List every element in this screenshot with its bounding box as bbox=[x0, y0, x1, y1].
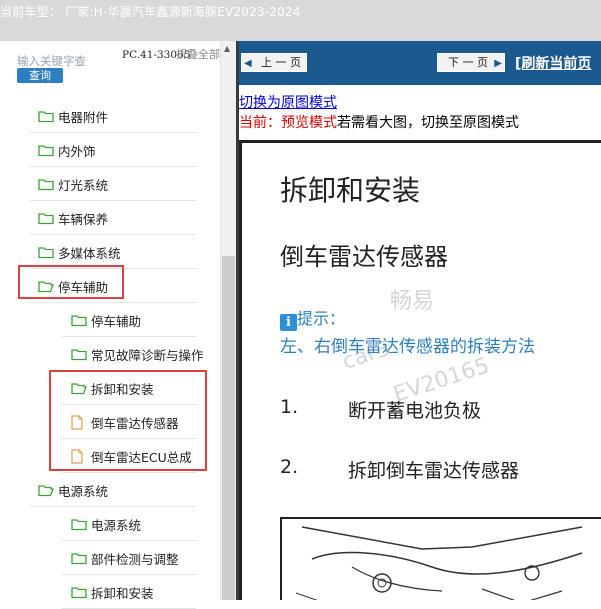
folder-open-icon bbox=[38, 483, 54, 502]
tree-item-label: 电源系统 bbox=[91, 518, 142, 533]
page-nav-bar: ◀ 上 一 页 下 一 页 ▶ [刷新当前页 bbox=[239, 41, 601, 85]
folder-icon bbox=[38, 245, 54, 264]
tree-item[interactable]: 多媒体系统 bbox=[0, 235, 220, 269]
tree-item[interactable]: 电器附件 bbox=[0, 99, 220, 133]
tree-item[interactable]: 内外饰 bbox=[0, 133, 220, 167]
folder-icon bbox=[38, 177, 54, 196]
tree-item[interactable]: 拆卸和安装 bbox=[0, 575, 220, 609]
tree-item[interactable]: 停车辅助 bbox=[0, 303, 220, 337]
step-number: 1. bbox=[280, 396, 299, 418]
tree-scrollbar[interactable]: ▲ bbox=[220, 41, 236, 600]
keyword-input[interactable]: 输入关键字查 bbox=[17, 53, 111, 69]
folder-icon bbox=[71, 517, 87, 536]
folder-icon bbox=[71, 551, 87, 570]
tip-label: 提示： bbox=[297, 309, 346, 328]
search-area: 输入关键字查 查询 PC.41-33065 折叠全部 bbox=[0, 41, 220, 91]
scroll-up-arrow-icon[interactable]: ▲ bbox=[224, 44, 230, 53]
current-mode-label: 当前：预览模式 bbox=[239, 115, 337, 131]
vehicle-model-text: 当前车型： 厂家:H-华晨汽车鑫源新海豚EV2023-2024 bbox=[0, 5, 301, 19]
tree-item-label: 部件检测与调整 bbox=[91, 552, 179, 567]
document-preview: 拆卸和安装 倒车雷达传感器 i 提示： 左、右倒车雷达传感器的拆装方法 1. 断开… bbox=[239, 140, 601, 600]
tree-item-label: 车辆保养 bbox=[58, 212, 109, 227]
folder-icon bbox=[71, 585, 87, 604]
tree-item[interactable]: 灯光系统 bbox=[0, 167, 220, 201]
watermark-line-1: 畅易 bbox=[390, 289, 435, 314]
folder-icon bbox=[71, 347, 87, 366]
content-panel: ◀ 上 一 页 下 一 页 ▶ [刷新当前页 切换为原图模式 当前：预览模式若需… bbox=[239, 41, 601, 600]
tip-heading: i 提示： bbox=[280, 305, 345, 331]
folder-icon bbox=[71, 313, 87, 332]
tree-item-label: 内外饰 bbox=[58, 144, 96, 159]
current-mode-line: 当前：预览模式若需看大图，切换至原图模式 bbox=[239, 112, 519, 132]
tree-item-label: 灯光系统 bbox=[58, 178, 109, 193]
tree-item[interactable]: 电源系统 bbox=[0, 473, 220, 507]
parts-drawing bbox=[295, 526, 583, 600]
tree-item[interactable]: 电源系统 bbox=[0, 507, 220, 541]
left-arrow-icon: ◀ bbox=[244, 58, 252, 69]
tree-item[interactable]: 部件检测与调整 bbox=[0, 541, 220, 575]
doc-subtitle: 倒车雷达传感器 bbox=[280, 243, 448, 271]
tree-item-label: 停车辅助 bbox=[91, 314, 142, 329]
highlight-box-removal bbox=[49, 370, 207, 471]
tip-text: 左、右倒车雷达传感器的拆装方法 bbox=[280, 337, 535, 357]
left-panel: 输入关键字查 查询 PC.41-33065 折叠全部 电器附件内外饰灯光系统车辆… bbox=[0, 41, 236, 609]
diagram-figure bbox=[280, 517, 601, 600]
tree-item[interactable]: 常见故障诊断与操作 bbox=[0, 337, 220, 371]
right-arrow-icon: ▶ bbox=[494, 58, 502, 69]
highlight-box-parking bbox=[18, 265, 124, 299]
current-mode-hint: 若需看大图，切换至原图模式 bbox=[337, 115, 519, 131]
refresh-page-link[interactable]: [刷新当前页 bbox=[515, 53, 591, 73]
tree-item-label: 电器附件 bbox=[58, 110, 109, 125]
info-icon: i bbox=[280, 314, 297, 331]
prev-page-label: 上 一 页 bbox=[261, 56, 301, 69]
step-number: 2. bbox=[280, 456, 299, 478]
folder-icon bbox=[38, 143, 54, 162]
prev-page-button[interactable]: ◀ 上 一 页 bbox=[241, 53, 307, 72]
step-text: 拆卸倒车雷达传感器 bbox=[348, 460, 520, 482]
tree-item[interactable]: 车辆保养 bbox=[0, 201, 220, 235]
next-page-button[interactable]: 下 一 页 ▶ bbox=[437, 53, 505, 72]
collapse-all-link[interactable]: 折叠全部 bbox=[176, 49, 220, 61]
query-button[interactable]: 查询 bbox=[17, 68, 63, 83]
folder-icon bbox=[38, 211, 54, 230]
doc-title: 拆卸和安装 bbox=[280, 174, 421, 207]
tree-item-label: 电源系统 bbox=[58, 484, 109, 499]
scroll-thumb[interactable] bbox=[222, 256, 235, 600]
tree-item-label: 多媒体系统 bbox=[58, 246, 121, 261]
switch-to-original-link[interactable]: 切换为原图模式 bbox=[239, 92, 337, 112]
next-page-label: 下 一 页 bbox=[448, 56, 488, 69]
tree-item-label: 拆卸和安装 bbox=[91, 586, 154, 601]
title-bar: 当前车型： 厂家:H-华晨汽车鑫源新海豚EV2023-2024 bbox=[0, 0, 601, 41]
tree-item-label: 常见故障诊断与操作 bbox=[91, 348, 204, 363]
folder-icon bbox=[38, 109, 54, 128]
